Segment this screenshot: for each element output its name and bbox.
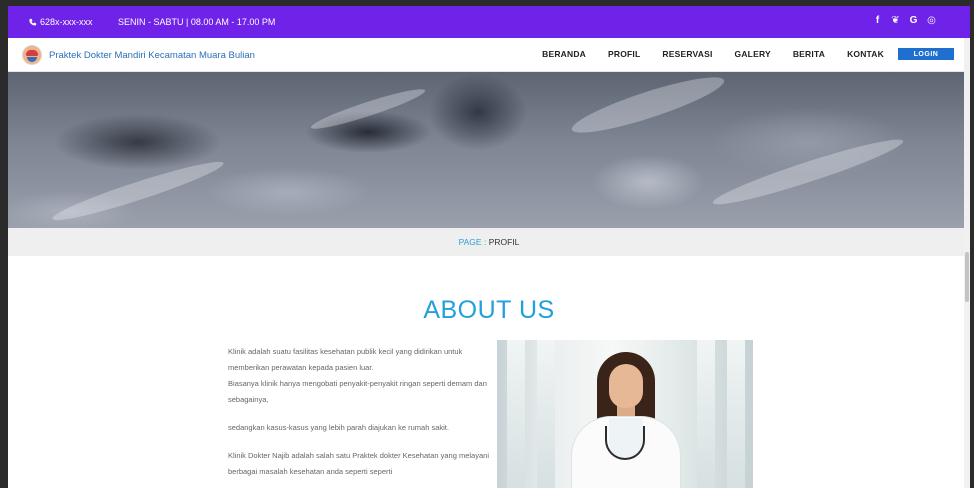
nav-item-reservasi[interactable]: RESERVASI	[662, 49, 712, 59]
clinic-logo-icon	[22, 45, 42, 65]
about-paragraph: sedangkan kasus-kasus yang lebih parah d…	[228, 423, 449, 432]
main-navbar: Praktek Dokter Mandiri Kecamatan Muara B…	[8, 38, 970, 72]
breadcrumb-page-label[interactable]: PAGE	[459, 237, 482, 247]
page-scrollbar[interactable]	[964, 38, 970, 488]
about-title: ABOUT US	[423, 296, 555, 324]
google-icon[interactable]: G	[909, 15, 918, 26]
browser-viewport: 628x-xxx-xxx SENIN - SABTU | 08.00 AM - …	[8, 6, 970, 488]
facebook-icon[interactable]: f	[873, 15, 882, 26]
nav-item-berita[interactable]: BERITA	[793, 49, 825, 59]
breadcrumb: PAGE : PROFIL	[8, 228, 970, 256]
nav-menu: BERANDA PROFIL RESERVASI GALERY BERITA K…	[520, 48, 954, 60]
top-info-bar: 628x-xxx-xxx SENIN - SABTU | 08.00 AM - …	[8, 6, 970, 38]
opening-hours: SENIN - SABTU | 08.00 AM - 17.00 PM	[118, 17, 276, 27]
phone-number: 628x-xxx-xxx	[40, 17, 93, 27]
about-paragraph: Biasanya klinik hanya mengobati penyakit…	[228, 379, 487, 404]
breadcrumb-separator: :	[481, 237, 489, 247]
phone-icon	[29, 18, 37, 25]
brand[interactable]: Praktek Dokter Mandiri Kecamatan Muara B…	[22, 45, 255, 65]
scrollbar-thumb[interactable]	[965, 252, 969, 302]
about-text: Klinik adalah suatu fasilitas kesehatan …	[228, 344, 490, 480]
instagram-icon[interactable]: ◎	[927, 15, 936, 26]
about-paragraph: Klinik Dokter Najib adalah salah satu Pr…	[228, 451, 489, 476]
brand-title: Praktek Dokter Mandiri Kecamatan Muara B…	[49, 49, 255, 61]
nav-item-beranda[interactable]: BERANDA	[542, 49, 586, 59]
nav-item-galery[interactable]: GALERY	[735, 49, 771, 59]
doctor-photo	[497, 340, 753, 488]
about-paragraph: Klinik adalah suatu fasilitas kesehatan …	[228, 347, 463, 372]
twitter-icon[interactable]: ❦	[891, 15, 900, 26]
breadcrumb-current: PROFIL	[488, 237, 520, 247]
social-links: f ❦ G ◎	[873, 15, 936, 26]
phone-contact[interactable]: 628x-xxx-xxx	[28, 17, 93, 27]
login-button[interactable]: LOGIN	[898, 48, 954, 60]
hero-banner-image	[8, 72, 970, 228]
nav-item-profil[interactable]: PROFIL	[608, 49, 640, 59]
nav-item-kontak[interactable]: KONTAK	[847, 49, 884, 59]
